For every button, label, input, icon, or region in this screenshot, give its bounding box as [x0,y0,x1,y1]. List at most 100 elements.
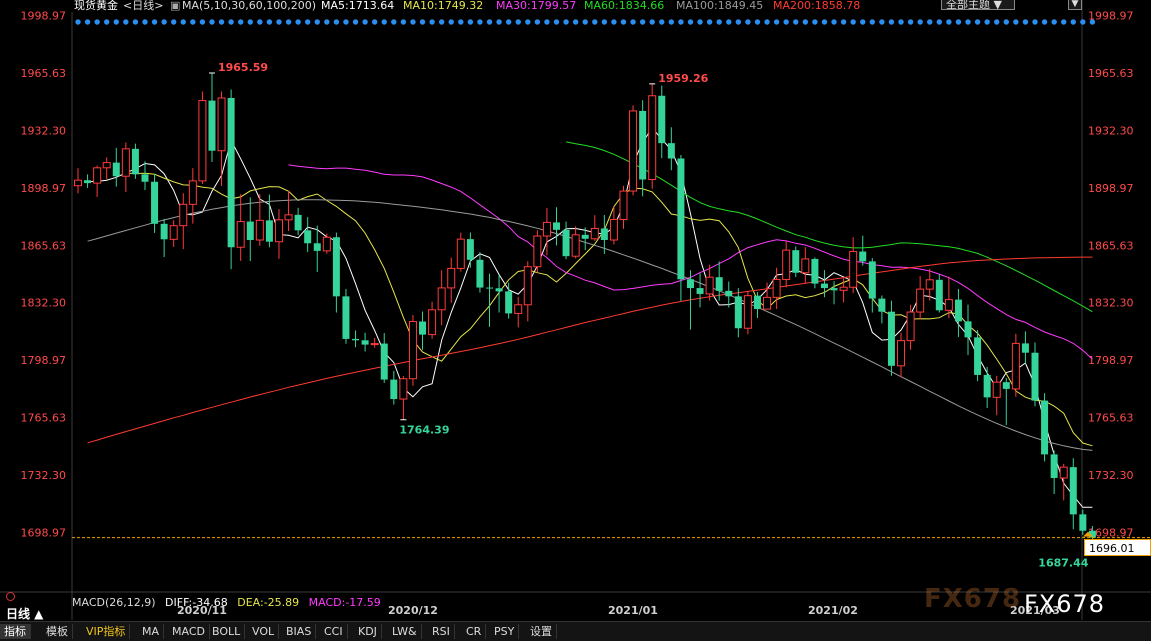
candle-body [380,343,388,380]
signal-dot [955,19,962,25]
candle-body [265,220,273,242]
y-tick-left: 1965.63 [21,67,67,80]
collapse-button[interactable]: ▼ [1068,0,1082,10]
candle-body [284,214,293,221]
signal-dot [209,19,215,25]
signal-dot [984,19,990,25]
candle-body [964,321,972,338]
candle-body [428,309,437,336]
signal-dot [438,19,445,25]
candle-body [839,286,848,291]
period-toggle[interactable]: 日线 ▲ [6,605,43,622]
extreme-label: 1764.39 [399,424,449,437]
candle-body [887,311,895,366]
candle-body [322,236,331,252]
tab-vol[interactable]: VOL [248,624,280,639]
candle-body [562,229,570,257]
tab-boll[interactable]: BOLL [208,624,246,639]
signal-dot [907,19,914,25]
signal-dot [994,19,1000,25]
candle-body [906,311,915,342]
signal-dot [649,19,655,25]
candle-body [992,381,1001,398]
y-tick-left: 1998.97 [21,10,67,23]
signal-dot [458,19,464,25]
y-tick-left: 1932.30 [21,124,67,137]
macd-dea: DEA:-25.89 [237,596,300,609]
signal-dot [477,19,483,25]
tab-indicators[interactable]: 指标 [0,624,31,639]
watermark-text: FX678 [1024,590,1106,618]
tab-cr[interactable]: CR [462,624,487,639]
tab-templates[interactable]: 模板 [42,624,73,639]
ma-indicator-icon[interactable]: ▣ [170,0,180,11]
y-tick-left: 1732.30 [21,469,67,482]
extreme-label: 1687.44 [1038,556,1088,569]
signal-dot [965,19,971,25]
candle-body [897,340,906,367]
tab-psy[interactable]: PSY [490,624,520,639]
candle-body [352,338,360,341]
macd-params: MACD(26,12,9) [72,596,156,609]
signal-dot [247,19,253,25]
candle-body [1050,454,1058,478]
tab-settings[interactable]: 设置 [526,624,557,639]
candle-body [1069,467,1077,515]
candle-body [1041,400,1049,455]
tab-rsi[interactable]: RSI [428,624,455,639]
y-tick-left: 1898.97 [21,182,67,195]
signal-dot [218,19,225,25]
price-chart: 1998.97 1998.97 1965.63 1965.63 1932.30 1932.… [0,0,1151,620]
signal-dot [563,19,569,25]
y-tick-left: 1865.63 [21,239,67,252]
candle-body [811,258,819,284]
candle-body [112,162,120,177]
signal-dot [745,19,751,25]
signal-dot [467,19,474,25]
signal-dot [936,19,942,25]
candle-body [456,238,465,269]
candle-body [399,378,408,400]
signal-dot [793,19,799,25]
signal-dot [142,19,148,25]
candle-body [131,148,139,175]
period-label[interactable]: <日线> [123,0,163,11]
tab-kdj[interactable]: KDJ [354,624,382,639]
y-tick-left: 1698.97 [21,527,67,540]
signal-dot [257,19,263,25]
signal-dot [151,19,158,25]
tab-bias[interactable]: BIAS [282,624,317,639]
candle-body [188,180,197,205]
last-price-tag: 1696.01 [1084,539,1151,556]
candle-body [677,158,685,280]
signal-dot [180,19,186,25]
candle-body [74,179,82,187]
indicator-theme-dropdown[interactable]: 全部主题 ▼ [941,0,1015,10]
signal-dot [659,19,665,25]
tab-macd[interactable]: MACD [168,624,210,639]
tab-cci[interactable]: CCI [320,624,348,639]
signal-dot [840,19,847,25]
signal-dot [362,19,368,25]
candle-body [486,287,494,289]
signal-dot [285,19,292,25]
signal-dot [582,19,588,25]
tab-lw[interactable]: LW& [388,624,422,639]
candle-body [246,221,254,240]
tab-ma[interactable]: MA [138,624,165,639]
signal-dot [1022,19,1029,25]
signal-dot [706,19,713,25]
candle-body [1059,466,1068,479]
signal-dot [716,19,722,25]
candle-body [495,288,503,292]
signal-dot [94,19,100,25]
signal-dot [879,19,885,25]
signal-dot [572,19,579,25]
signal-dot [391,19,397,25]
signal-dot [295,19,301,25]
signal-dot [123,19,129,25]
signal-dot [888,19,895,25]
signal-dot [333,19,340,25]
signal-dot [687,19,694,25]
tab-vip-indicators[interactable]: VIP指标 [82,624,131,639]
